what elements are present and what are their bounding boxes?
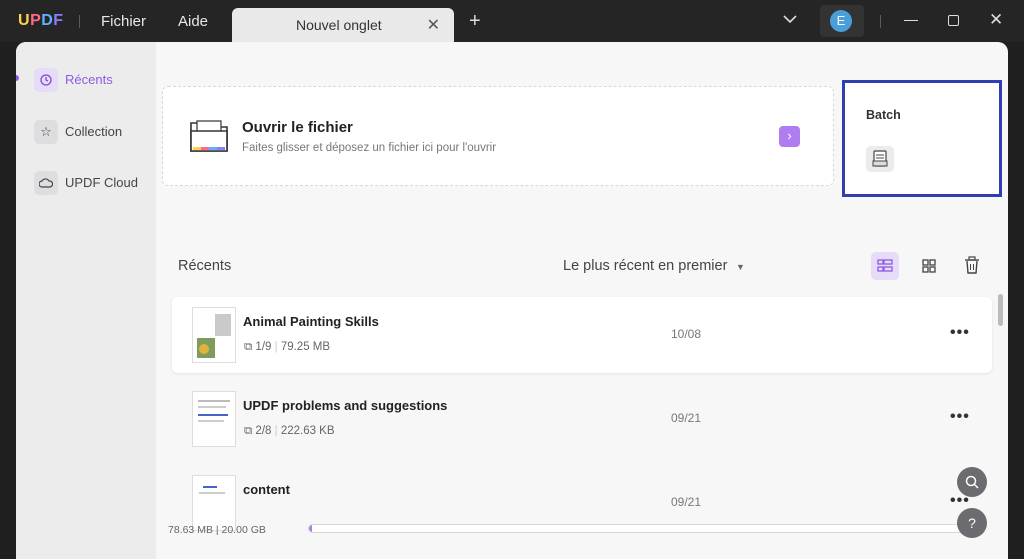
batch-panel[interactable]: Batch: [842, 80, 1002, 197]
cloud-icon: [34, 171, 58, 195]
file-size: 222.63 KB: [280, 425, 335, 437]
file-name: UPDF problems and suggestions: [243, 398, 448, 413]
help-icon[interactable]: ?: [957, 508, 987, 538]
menu-fichier[interactable]: Fichier: [101, 13, 146, 30]
account-button[interactable]: E: [820, 5, 864, 37]
folder-icon: [189, 117, 229, 155]
divider: [79, 15, 80, 28]
sidebar-item-label: UPDF Cloud: [65, 175, 138, 190]
file-meta: ⧉ 2/8 | 222.63 KB: [244, 425, 335, 437]
scrollbar[interactable]: [998, 294, 1003, 326]
sidebar-item-label: Collection: [65, 124, 123, 139]
star-icon: ☆: [34, 120, 58, 144]
file-date: 09/21: [671, 495, 702, 509]
trash-icon[interactable]: [958, 252, 986, 280]
sort-dropdown[interactable]: Le plus récent en premier: [563, 258, 727, 274]
sidebar-item-recents[interactable]: Récents: [32, 66, 148, 94]
pages-icon: ⧉: [244, 341, 253, 353]
chevron-down-icon[interactable]: [783, 11, 797, 29]
open-file-subtitle: Faites glisser et déposez un fichier ici…: [242, 142, 497, 154]
maximize-icon[interactable]: [948, 15, 959, 26]
file-name: Animal Painting Skills: [243, 314, 379, 329]
caret-down-icon[interactable]: ▼: [736, 262, 745, 272]
file-meta: ⧉ 1/9 | 79.25 MB: [244, 341, 331, 353]
open-file-dropzone[interactable]: Ouvrir le fichier Faites glisser et dépo…: [162, 86, 834, 186]
minimize-icon[interactable]: [904, 20, 918, 21]
file-row[interactable]: Animal Painting Skills ⧉ 1/9 | 79.25 MB …: [172, 297, 992, 373]
recent-heading: Récents: [178, 258, 232, 274]
tab-nouvel-onglet[interactable]: Nouvel onglet ✕: [232, 8, 454, 42]
close-window-icon[interactable]: ✕: [989, 10, 1003, 30]
clock-icon: [34, 68, 58, 92]
search-icon[interactable]: [957, 467, 987, 497]
file-pages: 2/8: [255, 425, 272, 437]
chevron-right-icon[interactable]: ›: [779, 126, 800, 147]
active-indicator: [16, 75, 19, 81]
sidebar-item-updf-cloud[interactable]: UPDF Cloud: [32, 169, 148, 197]
storage-fill: [309, 525, 312, 532]
menu-aide[interactable]: Aide: [178, 13, 208, 30]
more-options-icon[interactable]: •••: [950, 324, 970, 342]
close-tab-icon[interactable]: ✕: [427, 15, 440, 35]
add-tab-icon[interactable]: +: [469, 10, 481, 33]
file-thumbnail: [192, 475, 236, 531]
batch-document-icon[interactable]: [866, 146, 894, 172]
storage-bar: [308, 524, 964, 533]
title-bar: UPDF Fichier Aide Nouvel onglet ✕ + E ✕: [0, 0, 1024, 42]
file-date: 10/08: [671, 327, 702, 341]
updf-logo: UPDF: [18, 12, 64, 29]
open-file-title: Ouvrir le fichier: [242, 119, 353, 136]
tab-label: Nouvel onglet: [296, 17, 382, 33]
file-date: 09/21: [671, 411, 702, 425]
file-name: content: [243, 482, 290, 497]
sidebar-item-collection[interactable]: ☆ Collection: [32, 118, 148, 146]
file-thumbnail: [192, 391, 236, 447]
file-thumbnail: [192, 307, 236, 363]
more-options-icon[interactable]: •••: [950, 408, 970, 426]
file-size: 79.25 MB: [280, 341, 331, 353]
sidebar: Récents ☆ Collection UPDF Cloud: [16, 42, 156, 559]
grid-view-button[interactable]: [915, 252, 943, 280]
file-pages: 1/9: [255, 341, 272, 353]
pages-icon: ⧉: [244, 425, 253, 437]
batch-title: Batch: [866, 108, 901, 122]
file-row[interactable]: UPDF problems and suggestions ⧉ 2/8 | 22…: [172, 381, 992, 457]
main-window: Récents ☆ Collection UPDF Cloud Ouvrir l…: [16, 42, 1008, 559]
sidebar-item-label: Récents: [65, 72, 113, 87]
list-view-button[interactable]: [871, 252, 899, 280]
divider: [880, 15, 881, 28]
avatar: E: [830, 10, 852, 32]
storage-usage: 78.63 MB | 20.00 GB: [168, 524, 266, 536]
